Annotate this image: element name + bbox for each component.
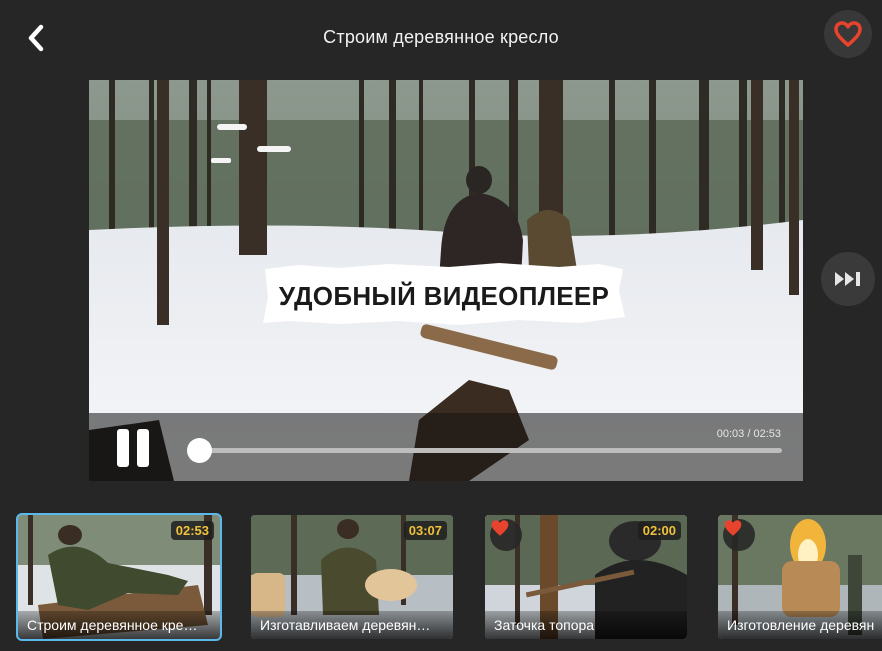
pause-icon	[117, 429, 129, 467]
promo-banner: УДОБНЫЙ ВИДЕОПЛЕЕР	[259, 261, 629, 327]
duration-badge: 03:07	[403, 521, 447, 540]
card-title: Заточка топора	[494, 617, 595, 633]
promo-text: УДОБНЫЙ ВИДЕОПЛЕЕР	[278, 281, 610, 311]
video-player[interactable]: УДОБНЫЙ ВИДЕОПЛЕЕР 00:03 / 02:53	[89, 80, 803, 481]
favorite-badge[interactable]	[723, 519, 755, 551]
playlist-card[interactable]: 02:00 Заточка топора	[485, 515, 687, 639]
card-title: Изготовление деревян	[727, 617, 875, 633]
duration-badge: 02:53	[170, 521, 214, 540]
progress-knob[interactable]	[187, 438, 213, 463]
playlist-card[interactable]: 02:53 Строим деревянное кре…	[16, 513, 222, 641]
next-video-button[interactable]	[821, 252, 875, 306]
player-controls: 00:03 / 02:53	[89, 413, 803, 481]
favorite-badge[interactable]	[490, 519, 522, 551]
heart-outline-icon	[834, 21, 862, 47]
skip-next-icon	[835, 272, 860, 286]
progress-track[interactable]	[187, 438, 782, 463]
playlist-strip[interactable]: 02:53 Строим деревянное кре… 03:07 Изгот…	[0, 512, 882, 646]
card-title: Изготавливаем деревян…	[260, 617, 431, 633]
video-title: Строим деревянное кресло	[323, 27, 559, 47]
favorite-button[interactable]	[824, 10, 872, 58]
duration-badge: 02:00	[637, 521, 681, 540]
playlist-card[interactable]: Изготовление деревян	[718, 515, 882, 639]
top-bar: Строим деревянное кресло	[0, 0, 882, 76]
heart-filled-icon	[491, 520, 509, 536]
playlist-card[interactable]: 03:07 Изготавливаем деревян…	[251, 515, 453, 639]
heart-filled-icon	[724, 520, 742, 536]
card-title: Строим деревянное кре…	[27, 617, 198, 633]
pause-button[interactable]	[115, 429, 151, 467]
time-display: 00:03 / 02:53	[716, 428, 781, 440]
